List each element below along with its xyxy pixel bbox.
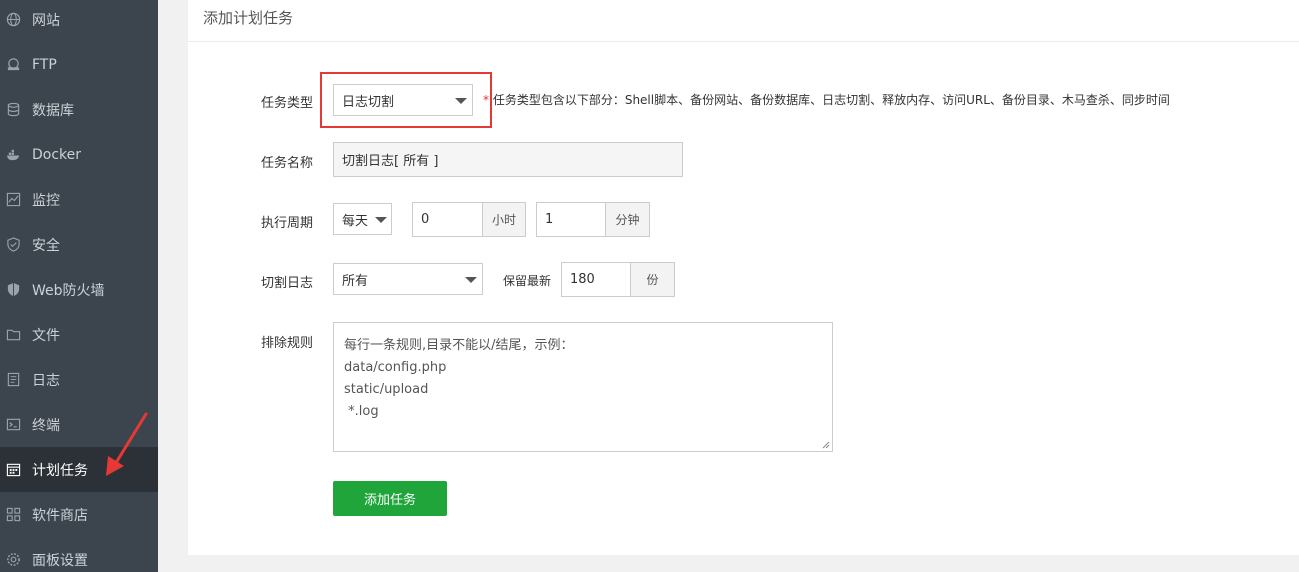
sidebar-item-ftp[interactable]: FTP [0, 42, 158, 87]
sidebar-item-store[interactable]: 软件商店 [0, 492, 158, 537]
chevron-down-icon [465, 277, 477, 283]
sidebar-item-settings[interactable]: 面板设置 [0, 537, 158, 572]
keep-count-value: 180 [570, 272, 595, 287]
sidebar-item-label: 计划任务 [32, 462, 88, 479]
calendar-icon [5, 462, 21, 478]
cut-log-select[interactable]: 所有 [333, 263, 483, 295]
hint-text: 任务类型包含以下部分：Shell脚本、备份网站、备份数据库、日志切割、释放内存、… [492, 93, 1170, 107]
task-type-label: 任务类型 [261, 96, 314, 111]
exclude-label: 排除规则 [261, 336, 314, 351]
terminal-icon [5, 417, 21, 433]
minute-value: 1 [545, 212, 554, 227]
sidebar-item-database[interactable]: 数据库 [0, 87, 158, 132]
exclude-line: data/config.php [344, 360, 447, 375]
sidebar-item-label: Web防火墙 [32, 282, 105, 299]
docker-icon [5, 147, 21, 163]
exclude-rules-textarea[interactable]: 每行一条规则,目录不能以/结尾，示例： data/config.php stat… [333, 322, 833, 452]
hour-input[interactable]: 0 [412, 202, 483, 237]
exclude-line: static/upload [344, 382, 429, 397]
resize-handle-icon[interactable] [822, 441, 830, 449]
sidebar-item-logs[interactable]: 日志 [0, 357, 158, 402]
exclude-line: *.log [344, 404, 379, 419]
sidebar-item-label: 文件 [32, 327, 60, 344]
chevron-down-icon [375, 217, 387, 223]
annotation-arrow [106, 412, 148, 476]
grid-icon [5, 507, 21, 523]
sidebar: 网站 FTP 数据库 Docker 监控 安全 Web防火墙 文件 日志 终端 … [0, 0, 158, 572]
sidebar-item-label: 网站 [32, 12, 60, 29]
keep-count-input[interactable]: 180 [561, 262, 631, 297]
database-icon [5, 102, 21, 118]
task-name-input[interactable]: 切割日志[ 所有 ] [333, 142, 683, 177]
divider [188, 41, 1299, 42]
sidebar-item-docker[interactable]: Docker [0, 132, 158, 177]
task-name-label: 任务名称 [261, 156, 314, 171]
keep-latest-label: 保留最新 [503, 274, 552, 288]
sidebar-item-label: Docker [32, 146, 82, 163]
sidebar-item-label: 面板设置 [32, 552, 88, 569]
gear-icon [5, 552, 21, 568]
folder-icon [5, 327, 21, 343]
monitor-icon [5, 192, 21, 208]
hour-unit: 小时 [483, 202, 526, 237]
period-cycle-value: 每天 [342, 213, 369, 229]
sidebar-item-files[interactable]: 文件 [0, 312, 158, 357]
task-name-value: 切割日志[ 所有 ] [342, 154, 439, 169]
sidebar-item-label: 日志 [32, 372, 60, 389]
globe-icon [5, 12, 21, 28]
period-cycle-select[interactable]: 每天 [333, 203, 392, 235]
required-star: * [483, 93, 489, 107]
sidebar-item-label: 软件商店 [32, 507, 88, 524]
sidebar-item-label: 数据库 [32, 102, 74, 119]
minute-unit: 分钟 [606, 202, 650, 237]
firewall-shield-icon [5, 282, 21, 298]
log-icon [5, 372, 21, 388]
sidebar-item-label: 监控 [32, 192, 60, 209]
sidebar-item-monitor[interactable]: 监控 [0, 177, 158, 222]
sidebar-item-website[interactable]: 网站 [0, 0, 158, 42]
exclude-line: 每行一条规则,目录不能以/结尾，示例： [344, 338, 574, 353]
ftp-icon [5, 57, 21, 73]
sidebar-item-label: 终端 [32, 417, 60, 434]
hour-value: 0 [421, 212, 430, 227]
cut-log-value: 所有 [342, 273, 369, 289]
sidebar-item-security[interactable]: 安全 [0, 222, 158, 267]
minute-input[interactable]: 1 [536, 202, 606, 237]
sidebar-item-label: FTP [32, 56, 57, 73]
shield-icon [5, 237, 21, 253]
panel-title: 添加计划任务 [203, 9, 294, 27]
task-type-hint: * 任务类型包含以下部分：Shell脚本、备份网站、备份数据库、日志切割、释放内… [483, 91, 1170, 108]
cut-log-label: 切割日志 [261, 276, 314, 291]
add-task-button[interactable]: 添加任务 [333, 481, 447, 516]
highlight-box [320, 72, 492, 128]
period-label: 执行周期 [261, 216, 314, 231]
keep-count-unit: 份 [631, 262, 675, 297]
sidebar-item-waf[interactable]: Web防火墙 [0, 267, 158, 312]
sidebar-item-label: 安全 [32, 237, 60, 254]
